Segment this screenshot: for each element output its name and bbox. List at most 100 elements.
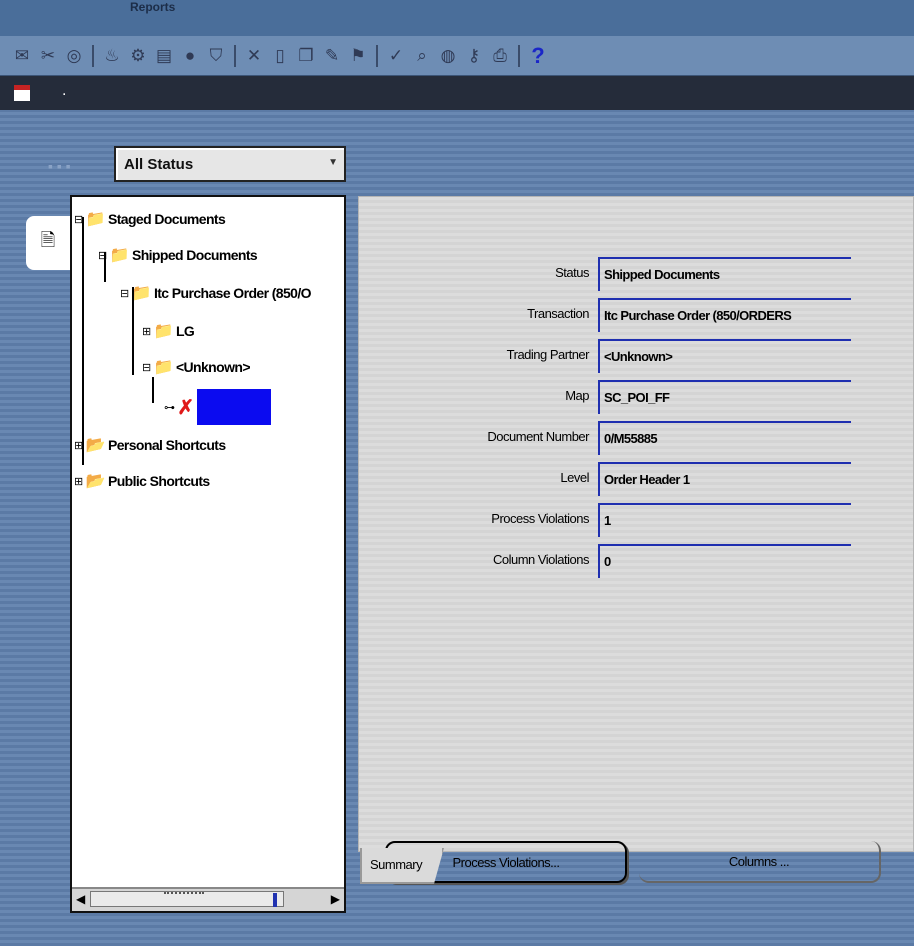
tree-node-staged-documents[interactable]: ⊟ 📁 Staged Documents (74, 207, 226, 231)
shared-folder-icon: 📂 (85, 473, 106, 490)
key-icon[interactable]: ⚷ (462, 43, 486, 69)
tree-node-label: Itc Purchase Order (850/O (153, 285, 312, 301)
field-row-trading-partner: Trading Partner <Unknown> (359, 337, 914, 373)
toolbar-separator (376, 44, 378, 67)
field-label: Trading Partner (506, 347, 590, 362)
tree-node-lg[interactable]: ⊞ 📁 LG (142, 319, 195, 343)
field-row-status: Status Shipped Documents (359, 255, 914, 291)
scroll-right-icon[interactable]: ▶ (331, 892, 340, 906)
field-value: 0/M55885 (598, 421, 851, 455)
folder-icon: 📁 (109, 247, 130, 264)
expand-icon[interactable]: ⊞ (142, 325, 151, 338)
collapse-icon[interactable]: ⊟ (142, 361, 151, 374)
check-icon[interactable]: ✓ (384, 43, 408, 69)
field-row-process-violations: Process Violations 1 (359, 501, 914, 537)
folder-icon: 📁 (131, 285, 152, 302)
expand-icon[interactable]: ⊞ (74, 475, 83, 488)
tree-node-label: Public Shortcuts (107, 473, 210, 489)
tree-node-unknown[interactable]: ⊟ 📁 <Unknown> (142, 355, 251, 379)
flame-icon[interactable]: ♨ (100, 43, 124, 69)
field-label: Level (560, 470, 589, 485)
stack-icon[interactable]: ▤ (152, 43, 176, 69)
envelope-icon[interactable]: ✉ (10, 43, 34, 69)
columns-button[interactable]: Columns ... (639, 841, 881, 883)
document-tree: ⊟ 📁 Staged Documents ⊟ 📁 Shipped Documen… (70, 195, 346, 913)
tree-node-public-shortcuts[interactable]: ⊞ 📂 Public Shortcuts (74, 469, 210, 493)
document-icon: 🗎 (40, 230, 56, 250)
tree-node-label: Staged Documents (107, 211, 226, 227)
field-row-document-number: Document Number 0/M55885 (359, 419, 914, 455)
scroll-left-icon[interactable]: ◀ (76, 892, 85, 906)
toolbar-separator (518, 44, 520, 67)
menu-item-reports[interactable]: Reports (130, 0, 175, 14)
tree-node-selected-document[interactable]: ⊶ ✗ (164, 389, 271, 425)
tree-node-personal-shortcuts[interactable]: ⊞ 📂 Personal Shortcuts (74, 433, 226, 457)
toolbar-separator (92, 44, 94, 67)
folder-icon: 📁 (85, 211, 106, 228)
toolbar-separator (234, 44, 236, 67)
field-row-level: Level Order Header 1 (359, 460, 914, 496)
tree-line (152, 377, 154, 403)
app-icon (14, 85, 30, 101)
document-tree-tab[interactable]: 🗎 (26, 216, 70, 270)
cut-icon[interactable]: ✕ (242, 43, 266, 69)
status-filter-value: All Status (124, 155, 194, 173)
scrollbar-grip (164, 892, 204, 894)
document-summary-panel: Status Shipped Documents Transaction Itc… (358, 196, 914, 883)
document-icon[interactable]: ▯ (268, 43, 292, 69)
collapse-icon[interactable]: ⊟ (98, 249, 107, 262)
field-value: Itc Purchase Order (850/ORDERS (598, 298, 851, 332)
tab-summary[interactable]: Summary (360, 848, 444, 884)
field-row-column-violations: Column Violations 0 (359, 542, 914, 578)
selected-node-highlight[interactable] (196, 389, 271, 425)
main-content: ▪ ▪ ▪ All Status ▼ 🗎 ⊟ 📁 Staged Document… (0, 110, 914, 946)
field-value: <Unknown> (598, 339, 851, 373)
tree-node-transaction[interactable]: ⊟ 📁 Itc Purchase Order (850/O (120, 281, 312, 305)
field-value: 1 (598, 503, 851, 537)
field-label: Transaction (527, 306, 589, 321)
bomb-icon[interactable]: ● (178, 43, 202, 69)
help-icon[interactable]: ? (526, 43, 550, 69)
field-row-transaction: Transaction Itc Purchase Order (850/ORDE… (359, 296, 914, 332)
menu-bar: Reports (0, 0, 914, 36)
leaf-connector-icon: ⊶ (164, 401, 175, 414)
tree-node-shipped-documents[interactable]: ⊟ 📁 Shipped Documents (98, 243, 258, 267)
expand-icon[interactable]: ⊞ (74, 439, 83, 452)
folder-icon: 📁 (153, 359, 174, 376)
field-value: SC_POI_FF (598, 380, 851, 414)
field-label: Map (565, 388, 589, 403)
field-label: Document Number (487, 429, 589, 444)
toolbar: ✉ ✂ ◎ ♨ ⚙ ▤ ● ⛉ ✕ ▯ ❐ ✎ ⚑ ✓ ⌕ ◍ ⚷ ⎙ ? (0, 36, 914, 76)
field-label: Status (555, 265, 589, 280)
status-filter-dropdown[interactable]: All Status ▼ (114, 146, 346, 182)
target-icon[interactable]: ◎ (62, 43, 86, 69)
pencil-icon[interactable]: ✎ (320, 43, 344, 69)
tree-line (82, 217, 84, 465)
gear-icon[interactable]: ⚙ (126, 43, 150, 69)
tree-horizontal-scrollbar[interactable]: ◀ ▶ (72, 887, 344, 911)
view-label: ▪ ▪ ▪ (48, 158, 71, 174)
field-value: Order Header 1 (598, 462, 851, 496)
copy-icon[interactable]: ❐ (294, 43, 318, 69)
printer-icon[interactable]: ⎙ (488, 43, 512, 69)
window-title: . (62, 82, 67, 99)
window-titlebar: . (0, 76, 914, 110)
shield-icon[interactable]: ⛉ (204, 43, 228, 69)
shared-folder-icon: 📂 (85, 437, 106, 454)
folder-icon: 📁 (153, 323, 174, 340)
dropdown-arrow-icon[interactable]: ▼ (328, 157, 338, 168)
collapse-icon[interactable]: ⊟ (120, 287, 129, 300)
field-value: Shipped Documents (598, 257, 851, 291)
search-icon[interactable]: ⌕ (410, 43, 434, 69)
field-value: 0 (598, 544, 851, 578)
scissors-icon[interactable]: ✂ (36, 43, 60, 69)
tree-node-label: <Unknown> (175, 359, 251, 375)
tree-node-label: Personal Shortcuts (107, 437, 226, 453)
field-label: Process Violations (491, 511, 589, 526)
collapse-icon[interactable]: ⊟ (74, 213, 83, 226)
error-x-icon: ✗ (177, 396, 194, 419)
field-label: Column Violations (492, 552, 590, 567)
tree-node-label: LG (175, 323, 195, 339)
flag-icon[interactable]: ⚑ (346, 43, 370, 69)
globe-icon[interactable]: ◍ (436, 43, 460, 69)
